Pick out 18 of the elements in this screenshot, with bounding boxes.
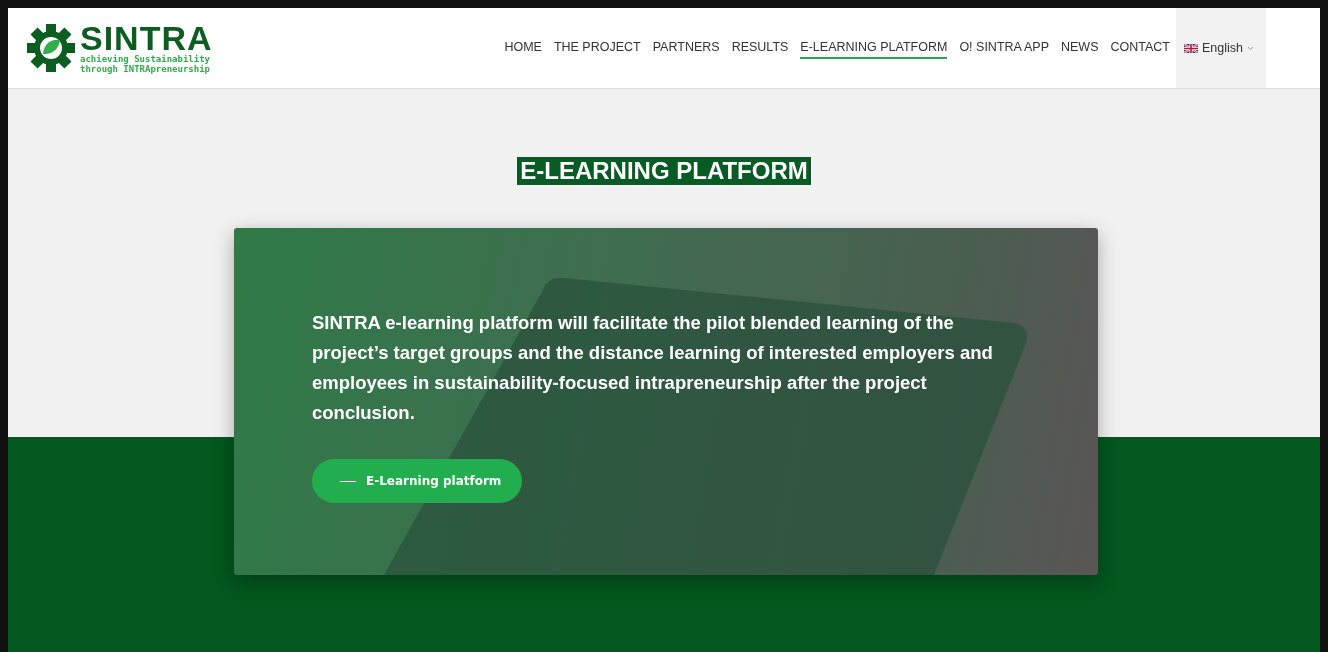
logo-tagline: through INTRApreneurship [80,64,212,74]
gear-leaf-logo-icon [26,23,76,73]
hero-text: SINTRA e-learning platform will facilitate the pilot blended learning of the project’s target groups and the distance learning of interested employers and employees in sustainability-focused intrapreneurship after the project conclusion. [312,311,994,425]
logo-tagline: achieving Sustainability [80,54,212,64]
nav-link[interactable]: RESULTS [731,37,789,59]
dash-icon [340,480,356,482]
nav-link[interactable]: HOME [504,37,542,59]
logo-wordmark: SINTRA [80,22,213,54]
chevron-down-icon [1247,45,1254,51]
nav-link[interactable]: NEWS [1061,37,1099,59]
nav-link[interactable]: THE PROJECT [553,37,641,59]
nav-link[interactable]: E-LEARNING PLATFORM [800,37,948,59]
flag-icon [1184,43,1198,53]
page-title: E-LEARNING PLATFORM [517,157,811,185]
nav-link[interactable]: O! SINTRA APP [959,37,1049,59]
language-selector[interactable]: English [1176,8,1266,88]
nav-link[interactable]: CONTACT [1110,37,1170,59]
nav-link[interactable]: PARTNERS [652,37,720,59]
